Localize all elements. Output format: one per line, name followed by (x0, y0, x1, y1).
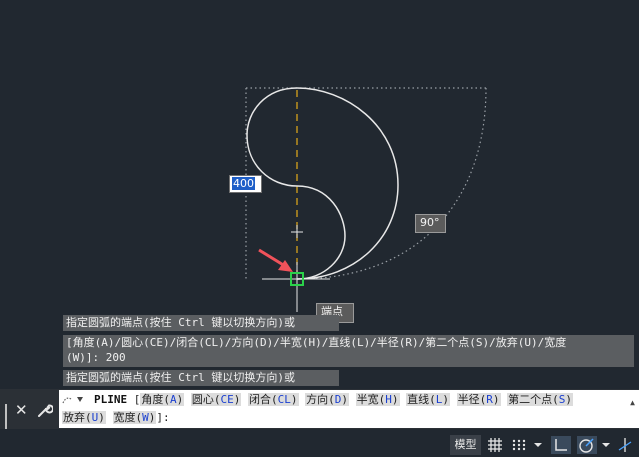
command-history-input: (W)]: 200 (66, 351, 126, 364)
grid-icon[interactable] (486, 436, 504, 454)
option-width[interactable]: 宽度(W) (112, 411, 157, 424)
option-center[interactable]: 圆心(CE) (190, 393, 242, 406)
command-history-block: [角度(A)/圆心(CE)/闭合(CL)/方向(D)/半宽(H)/直线(L)/半… (63, 335, 634, 367)
scroll-up-icon[interactable]: ▲ (630, 398, 635, 407)
command-history-options: [角度(A)/圆心(CE)/闭合(CL)/方向(D)/半宽(H)/直线(L)/半… (66, 336, 567, 349)
command-prompt-row: PLINE [角度(A) 圆心(CE) 闭合(CL) 方向(D) 半宽(H) 直… (94, 392, 573, 407)
option-halfwidth[interactable]: 半宽(H) (355, 393, 400, 406)
dynamic-input-field[interactable]: 400 (229, 175, 262, 193)
chevron-down-icon[interactable] (532, 436, 544, 454)
polar-tracking-icon[interactable] (576, 436, 598, 454)
chevron-down-icon[interactable] (600, 436, 612, 454)
option-direction[interactable]: 方向(D) (305, 393, 349, 406)
option-close-bracket: ]: (156, 411, 170, 424)
option-second-point[interactable]: 第二个点(S) (507, 393, 573, 406)
option-radius[interactable]: 半径(R) (456, 393, 501, 406)
command-name: PLINE (94, 393, 128, 406)
command-prompt-row-2: 放弃(U) 宽度(W)]: (62, 410, 170, 425)
wrench-icon[interactable] (37, 402, 53, 418)
option-undo[interactable]: 放弃(U) (62, 411, 106, 424)
dynamic-input-value: 400 (232, 177, 255, 190)
option-line[interactable]: 直线(L) (406, 393, 450, 406)
crosshair-cursor (262, 225, 330, 312)
command-history-line: 指定圆弧的端点(按住 Ctrl 键以切换方向)或 (63, 315, 339, 331)
snap-grid-icon[interactable] (510, 436, 528, 454)
model-tab[interactable]: 模型 (450, 435, 481, 455)
polyline-outer-arc (296, 87, 399, 280)
close-icon[interactable]: ✕ (15, 402, 28, 418)
isodraft-icon[interactable] (616, 436, 634, 454)
command-line-input[interactable]: PLINE [角度(A) 圆心(CE) 闭合(CL) 方向(D) 半宽(H) 直… (59, 390, 639, 428)
command-prompt-icon[interactable] (62, 394, 84, 406)
angle-arc-guide (296, 87, 487, 280)
ortho-icon[interactable] (550, 436, 572, 454)
angle-tooltip: 90° (415, 214, 446, 233)
pointer-arrow-icon (258, 248, 293, 272)
drag-handle[interactable] (5, 404, 11, 432)
command-history-prompt: 指定圆弧的端点(按住 Ctrl 键以切换方向)或 (63, 370, 339, 386)
option-close[interactable]: 闭合(CL) (248, 393, 299, 406)
option-angle[interactable]: 角度(A) (140, 393, 185, 406)
